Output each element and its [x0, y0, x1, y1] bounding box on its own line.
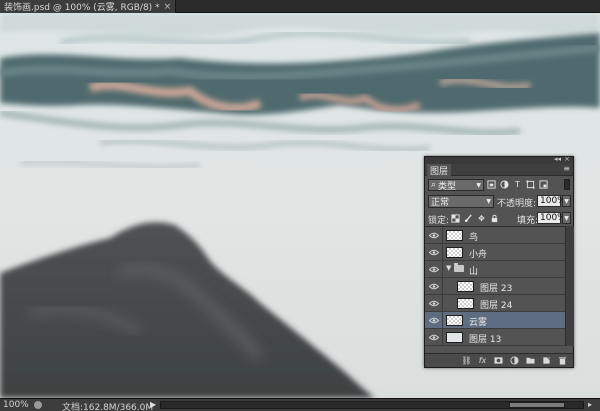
- opacity-label: 不透明度:: [497, 199, 537, 209]
- status-info-icon[interactable]: [34, 401, 42, 409]
- row-divider: [442, 312, 443, 329]
- filter-adjustment-icon[interactable]: [500, 179, 509, 189]
- layer-thumbnail[interactable]: [446, 315, 463, 326]
- close-panel-icon[interactable]: ×: [564, 155, 570, 163]
- filter-pixel-icon[interactable]: [487, 179, 496, 189]
- horizontal-scrollbar[interactable]: [160, 401, 584, 409]
- row-divider: [442, 244, 443, 261]
- row-divider: [442, 261, 443, 278]
- new-layer-icon[interactable]: [542, 356, 551, 365]
- opacity-field[interactable]: 100%: [537, 195, 566, 207]
- fill-chevron-icon[interactable]: ▼: [562, 212, 571, 224]
- filter-type-icon[interactable]: T: [513, 179, 522, 189]
- scrollbar-thumb[interactable]: [509, 402, 565, 408]
- eye-icon[interactable]: [428, 247, 440, 257]
- blend-mode-select[interactable]: 正常 ▼: [428, 195, 494, 208]
- row-divider: [442, 278, 443, 295]
- layer-name[interactable]: 图层 24: [480, 298, 512, 311]
- layer-row[interactable]: 云雾: [425, 312, 565, 329]
- lock-transparent-icon[interactable]: [451, 213, 460, 223]
- layers-scrollbar[interactable]: [565, 226, 574, 346]
- eye-icon[interactable]: [428, 230, 440, 240]
- collapse-panel-icon[interactable]: ◂◂: [554, 155, 561, 163]
- status-menu-arrow-icon[interactable]: ▶: [150, 400, 156, 409]
- document-tab-title: 装饰画.psd @ 100% (云雾, RGB/8) *: [4, 3, 160, 13]
- document-tab-bar: 装饰画.psd @ 100% (云雾, RGB/8) * ×: [0, 0, 600, 13]
- filter-kind-select[interactable]: ⌕ 类型 ▼: [428, 179, 484, 192]
- eye-icon[interactable]: [428, 315, 440, 325]
- layer-thumbnail[interactable]: [457, 298, 474, 309]
- lock-move-icon[interactable]: ✥: [477, 213, 486, 223]
- layer-group-row[interactable]: ▼ 山: [425, 261, 565, 278]
- link-layers-icon[interactable]: ⛓: [461, 356, 471, 365]
- eye-icon[interactable]: [428, 332, 440, 342]
- zoom-level[interactable]: 100%: [3, 400, 29, 410]
- close-tab-icon[interactable]: ×: [164, 2, 172, 12]
- status-bar: 100% 文档:162.8M/366.0M ▶ ▸: [0, 398, 600, 411]
- eye-icon[interactable]: [428, 298, 440, 308]
- fill-field[interactable]: 100%: [537, 212, 566, 224]
- layer-row[interactable]: 图层 13: [425, 329, 565, 346]
- layer-row[interactable]: 鸟: [425, 227, 565, 244]
- eye-icon[interactable]: [428, 281, 440, 291]
- new-group-icon[interactable]: [526, 356, 535, 365]
- scroll-right-icon[interactable]: ▸: [588, 400, 592, 409]
- eye-icon[interactable]: [428, 264, 440, 274]
- layer-name[interactable]: 鸟: [469, 230, 478, 243]
- opacity-chevron-icon[interactable]: ▼: [562, 195, 571, 207]
- layers-panel: ◂◂ × 图层 ≡ ⌕ 类型 ▼ T 正常 ▼ 不透明度: 100% ▼ 锁定:…: [424, 155, 574, 368]
- folder-icon: [454, 263, 464, 272]
- filter-toggle-switch[interactable]: [564, 179, 570, 190]
- layer-name[interactable]: 山: [469, 264, 478, 277]
- row-divider: [442, 329, 443, 346]
- chevron-down-icon: ▼: [486, 198, 491, 205]
- row-divider: [442, 295, 443, 312]
- layer-thumbnail[interactable]: [446, 247, 463, 258]
- expand-arrow-icon[interactable]: ▼: [446, 264, 451, 272]
- layer-list: 鸟小舟 ▼ 山图层 23 图层 24 云雾 图层 13: [425, 226, 565, 346]
- layer-thumbnail[interactable]: [446, 332, 463, 343]
- lock-label: 锁定:: [428, 216, 450, 226]
- chevron-down-icon: ▼: [476, 181, 481, 189]
- trash-icon[interactable]: [558, 356, 567, 365]
- panel-bottom-toolbar: ⛓ fx: [425, 353, 573, 367]
- row-divider: [442, 227, 443, 244]
- filter-kind-label: 类型: [438, 181, 457, 192]
- document-tab[interactable]: 装饰画.psd @ 100% (云雾, RGB/8) * ×: [0, 0, 177, 13]
- layer-row[interactable]: 小舟: [425, 244, 565, 261]
- search-icon: ⌕: [431, 180, 437, 190]
- new-adjustment-icon[interactable]: [510, 356, 519, 365]
- add-mask-icon[interactable]: [494, 356, 503, 365]
- filter-shape-icon[interactable]: [526, 179, 535, 189]
- layer-name[interactable]: 云雾: [469, 315, 487, 328]
- blend-row: 正常 ▼ 不透明度: 100% ▼: [425, 193, 573, 210]
- filter-smart-object-icon[interactable]: [539, 179, 548, 189]
- fill-label: 填充:: [517, 216, 539, 226]
- lock-brush-icon[interactable]: [464, 213, 473, 223]
- panel-menu-icon[interactable]: ≡: [563, 164, 570, 173]
- layer-style-fx-icon[interactable]: fx: [478, 356, 487, 365]
- tab-layers[interactable]: 图层: [427, 164, 452, 177]
- layer-name[interactable]: 图层 23: [480, 281, 512, 294]
- document-info: 文档:162.8M/366.0M: [62, 403, 154, 411]
- layer-name[interactable]: 小舟: [469, 247, 487, 260]
- layer-row[interactable]: 图层 23: [425, 278, 565, 295]
- lock-icon[interactable]: [490, 213, 499, 223]
- layer-row[interactable]: 图层 24: [425, 295, 565, 312]
- blend-mode-label: 正常: [431, 198, 450, 208]
- lock-row: 锁定: ✥ 填充: 100% ▼: [425, 210, 573, 227]
- layer-thumbnail[interactable]: [446, 230, 463, 241]
- panel-tabs: 图层 ≡: [425, 164, 573, 177]
- layer-thumbnail[interactable]: [457, 281, 474, 292]
- layer-filter-row: ⌕ 类型 ▼ T: [425, 176, 573, 193]
- layer-name[interactable]: 图层 13: [469, 332, 501, 345]
